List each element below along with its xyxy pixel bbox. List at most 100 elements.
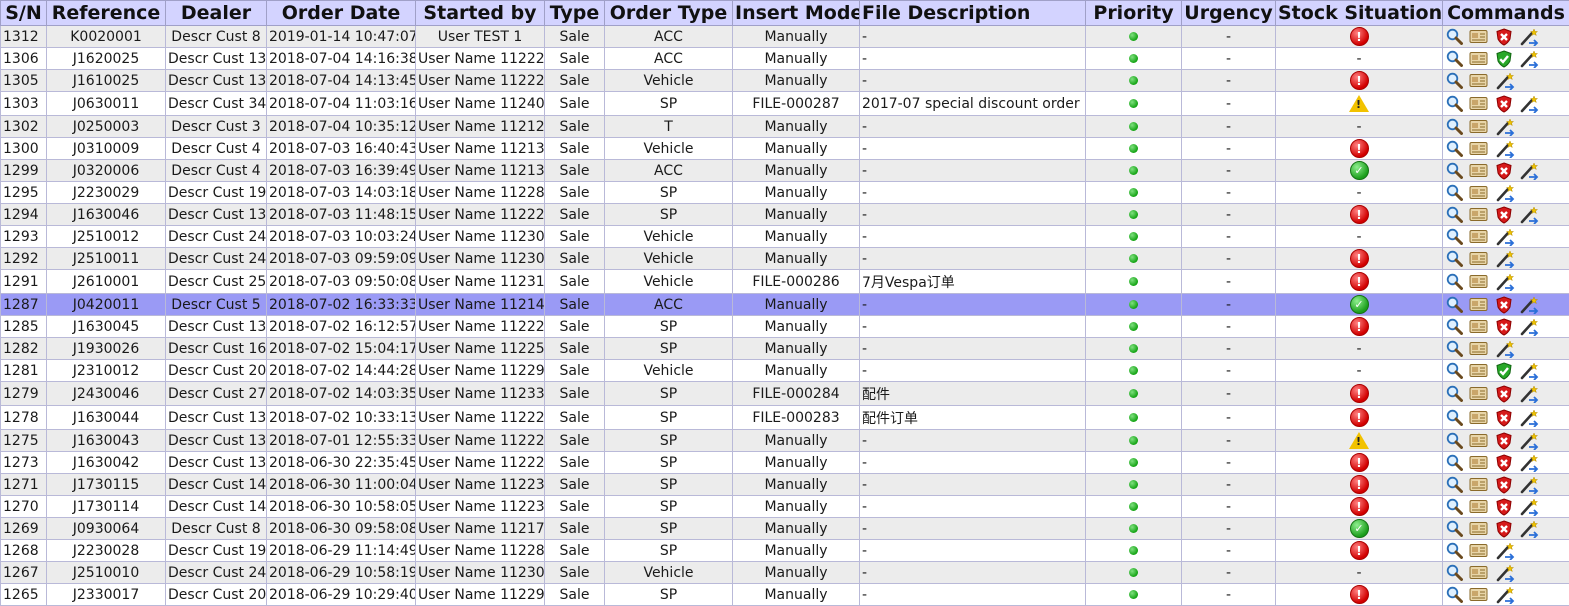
view-search-icon[interactable]	[1446, 273, 1463, 290]
column-header-dealer[interactable]: Dealer	[166, 1, 267, 26]
document-details-icon[interactable]	[1469, 250, 1489, 267]
document-details-icon[interactable]	[1469, 385, 1489, 402]
table-row[interactable]: 1265 J2330017 Descr Cust 20 2018-06-29 1…	[1, 584, 1569, 606]
process-wand-icon[interactable]	[1495, 140, 1515, 158]
table-row[interactable]: 1279 J2430046 Descr Cust 27 2018-07-02 1…	[1, 382, 1569, 406]
view-search-icon[interactable]	[1446, 564, 1463, 581]
view-search-icon[interactable]	[1446, 362, 1463, 379]
table-row[interactable]: 1275 J1630043 Descr Cust 13 2018-07-01 1…	[1, 430, 1569, 452]
table-row[interactable]: 1302 J0250003 Descr Cust 3 2018-07-04 10…	[1, 116, 1569, 138]
process-wand-icon[interactable]	[1519, 95, 1539, 113]
document-details-icon[interactable]	[1469, 542, 1489, 559]
view-search-icon[interactable]	[1446, 432, 1463, 449]
view-search-icon[interactable]	[1446, 498, 1463, 515]
process-wand-icon[interactable]	[1495, 250, 1515, 268]
reject-shield-icon[interactable]	[1495, 296, 1513, 314]
view-search-icon[interactable]	[1446, 206, 1463, 223]
table-row[interactable]: 1271 J1730115 Descr Cust 14 2018-06-30 1…	[1, 474, 1569, 496]
document-details-icon[interactable]	[1469, 362, 1489, 379]
view-search-icon[interactable]	[1446, 586, 1463, 603]
view-search-icon[interactable]	[1446, 296, 1463, 313]
process-wand-icon[interactable]	[1519, 520, 1539, 538]
document-details-icon[interactable]	[1469, 72, 1489, 89]
view-search-icon[interactable]	[1446, 250, 1463, 267]
process-wand-icon[interactable]	[1519, 206, 1539, 224]
process-wand-icon[interactable]	[1519, 318, 1539, 336]
table-row[interactable]: 1300 J0310009 Descr Cust 4 2018-07-03 16…	[1, 138, 1569, 160]
reject-shield-icon[interactable]	[1495, 498, 1513, 516]
process-wand-icon[interactable]	[1495, 184, 1515, 202]
document-details-icon[interactable]	[1469, 162, 1489, 179]
table-row[interactable]: 1303 J0630011 Descr Cust 34 2018-07-04 1…	[1, 92, 1569, 116]
column-header-sn[interactable]: S/N	[1, 1, 47, 26]
reject-shield-icon[interactable]	[1495, 95, 1513, 113]
process-wand-icon[interactable]	[1495, 118, 1515, 136]
process-wand-icon[interactable]	[1519, 454, 1539, 472]
table-row[interactable]: 1285 J1630045 Descr Cust 13 2018-07-02 1…	[1, 316, 1569, 338]
view-search-icon[interactable]	[1446, 50, 1463, 67]
document-details-icon[interactable]	[1469, 118, 1489, 135]
table-row[interactable]: 1278 J1630044 Descr Cust 13 2018-07-02 1…	[1, 406, 1569, 430]
view-search-icon[interactable]	[1446, 542, 1463, 559]
process-wand-icon[interactable]	[1519, 385, 1539, 403]
view-search-icon[interactable]	[1446, 409, 1463, 426]
table-row[interactable]: 1305 J1610025 Descr Cust 13 2018-07-04 1…	[1, 70, 1569, 92]
document-details-icon[interactable]	[1469, 432, 1489, 449]
reject-shield-icon[interactable]	[1495, 206, 1513, 224]
column-header-order-date[interactable]: Order Date	[267, 1, 416, 26]
table-row[interactable]: 1269 J0930064 Descr Cust 8 2018-06-30 09…	[1, 518, 1569, 540]
process-wand-icon[interactable]	[1495, 586, 1515, 604]
process-wand-icon[interactable]	[1519, 362, 1539, 380]
view-search-icon[interactable]	[1446, 184, 1463, 201]
table-row[interactable]: 1270 J1730114 Descr Cust 14 2018-06-30 1…	[1, 496, 1569, 518]
process-wand-icon[interactable]	[1495, 273, 1515, 291]
process-wand-icon[interactable]	[1495, 228, 1515, 246]
document-details-icon[interactable]	[1469, 228, 1489, 245]
process-wand-icon[interactable]	[1519, 432, 1539, 450]
document-details-icon[interactable]	[1469, 340, 1489, 357]
document-details-icon[interactable]	[1469, 476, 1489, 493]
view-search-icon[interactable]	[1446, 340, 1463, 357]
document-details-icon[interactable]	[1469, 409, 1489, 426]
table-row[interactable]: 1294 J1630046 Descr Cust 13 2018-07-03 1…	[1, 204, 1569, 226]
table-row[interactable]: 1312 K0020001 Descr Cust 8 2019-01-14 10…	[1, 26, 1569, 48]
table-row[interactable]: 1299 J0320006 Descr Cust 4 2018-07-03 16…	[1, 160, 1569, 182]
table-row[interactable]: 1291 J2610001 Descr Cust 25 2018-07-03 0…	[1, 270, 1569, 294]
view-search-icon[interactable]	[1446, 385, 1463, 402]
reject-shield-icon[interactable]	[1495, 28, 1513, 46]
view-search-icon[interactable]	[1446, 118, 1463, 135]
reject-shield-icon[interactable]	[1495, 432, 1513, 450]
view-search-icon[interactable]	[1446, 28, 1463, 45]
column-header-priority[interactable]: Priority	[1086, 1, 1182, 26]
reject-shield-icon[interactable]	[1495, 454, 1513, 472]
process-wand-icon[interactable]	[1495, 72, 1515, 90]
reject-shield-icon[interactable]	[1495, 476, 1513, 494]
document-details-icon[interactable]	[1469, 273, 1489, 290]
reject-shield-icon[interactable]	[1495, 318, 1513, 336]
table-row[interactable]: 1267 J2510010 Descr Cust 24 2018-06-29 1…	[1, 562, 1569, 584]
document-details-icon[interactable]	[1469, 520, 1489, 537]
process-wand-icon[interactable]	[1519, 296, 1539, 314]
process-wand-icon[interactable]	[1519, 28, 1539, 46]
reject-shield-icon[interactable]	[1495, 162, 1513, 180]
table-row[interactable]: 1282 J1930026 Descr Cust 16 2018-07-02 1…	[1, 338, 1569, 360]
column-header-order-type[interactable]: Order Type	[605, 1, 733, 26]
column-header-type[interactable]: Type	[545, 1, 605, 26]
process-wand-icon[interactable]	[1495, 542, 1515, 560]
document-details-icon[interactable]	[1469, 28, 1489, 45]
column-header-urgency[interactable]: Urgency	[1182, 1, 1276, 26]
process-wand-icon[interactable]	[1519, 498, 1539, 516]
view-search-icon[interactable]	[1446, 140, 1463, 157]
process-wand-icon[interactable]	[1519, 476, 1539, 494]
document-details-icon[interactable]	[1469, 296, 1489, 313]
table-row[interactable]: 1292 J2510011 Descr Cust 24 2018-07-03 0…	[1, 248, 1569, 270]
process-wand-icon[interactable]	[1519, 162, 1539, 180]
table-row[interactable]: 1295 J2230029 Descr Cust 19 2018-07-03 1…	[1, 182, 1569, 204]
table-row[interactable]: 1273 J1630042 Descr Cust 13 2018-06-30 2…	[1, 452, 1569, 474]
column-header-file-description[interactable]: File Description	[860, 1, 1086, 26]
document-details-icon[interactable]	[1469, 140, 1489, 157]
document-details-icon[interactable]	[1469, 50, 1489, 67]
table-row[interactable]: 1306 J1620025 Descr Cust 13 2018-07-04 1…	[1, 48, 1569, 70]
document-details-icon[interactable]	[1469, 586, 1489, 603]
document-details-icon[interactable]	[1469, 318, 1489, 335]
